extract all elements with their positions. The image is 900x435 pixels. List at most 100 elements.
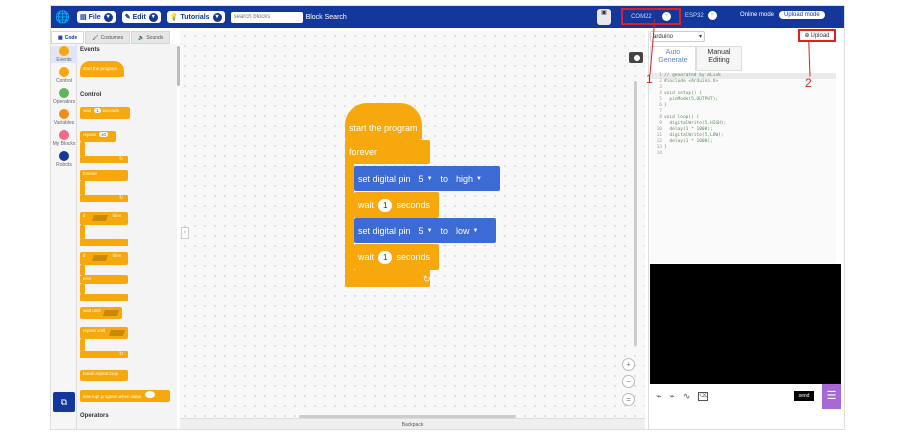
wait-seconds-input[interactable]: 1 (378, 198, 393, 212)
chevron-down-icon: ▾ (698, 34, 702, 40)
palette-block-label: break repeat loop (83, 371, 119, 376)
palette-block-label: seconds (102, 108, 119, 113)
wait-seconds-input[interactable]: 1 (378, 250, 393, 264)
block-search-input[interactable] (230, 11, 303, 23)
online-mode-option[interactable]: Online mode (737, 11, 777, 19)
zoom-out-button[interactable]: − (622, 375, 635, 388)
forever-block[interactable]: forever (345, 140, 430, 164)
top-menubar: 🌐 ▤ File ▾ ✎ Edit ▾ 💡 Tutorials ▾ Block … (51, 6, 844, 28)
chevron-down-icon: ▾ (707, 11, 717, 20)
edit-menu-button[interactable]: ✎ Edit ▾ (121, 11, 161, 23)
block-search-button[interactable]: Block Search (306, 14, 347, 21)
collapse-palette-chevron-icon[interactable]: ‹ (181, 227, 189, 239)
tab-code[interactable]: ▦ Code (51, 31, 85, 44)
category-control[interactable]: Control (51, 67, 77, 84)
block-label: set digital pin (358, 225, 411, 236)
palette-block-arm (80, 181, 85, 195)
palette-wait-block[interactable]: wait 1 seconds (80, 107, 130, 119)
board-select[interactable]: arduino ▾ (650, 31, 705, 42)
category-label: Operators (52, 99, 76, 105)
workspace-vertical-scrollbar[interactable] (634, 81, 637, 346)
usb-disconnect-icon[interactable]: ⌁ (669, 391, 674, 402)
palette-block-label: then (112, 253, 122, 258)
start-program-hat-block[interactable]: start the program (345, 103, 422, 140)
palette-repeat-block[interactable]: repeat 10 (80, 131, 116, 142)
set-digital-pin-high-block[interactable]: set digital pin 5 ▼ to high ▼ (354, 166, 500, 191)
level-value: high (456, 173, 474, 184)
block-label: wait (358, 200, 375, 210)
dropdown-arrow-icon: ▼ (426, 227, 433, 234)
palette-start-block[interactable]: start the program (80, 61, 124, 77)
send-button[interactable]: send (794, 391, 814, 401)
clear-output-icon[interactable]: ⌫ (698, 392, 709, 401)
palette-block-arm (80, 265, 85, 275)
condition-slot[interactable] (91, 215, 109, 221)
lightbulb-icon: 💡 (169, 14, 179, 21)
category-my-blocks[interactable]: My Blocks (51, 130, 77, 147)
palette-interrupt-value[interactable] (144, 391, 155, 398)
pin-dropdown[interactable]: 5 ▼ (419, 226, 433, 236)
category-dot-icon (59, 88, 69, 98)
tab-auto-generate[interactable]: Auto Generate (650, 46, 696, 71)
level-dropdown[interactable]: low ▼ (456, 226, 478, 236)
set-digital-pin-low-block[interactable]: set digital pin 5 ▼ to low ▼ (354, 218, 496, 243)
annotation-marker-2: 2 (805, 76, 812, 90)
add-extension-button[interactable]: ⧉ (53, 392, 75, 412)
mode-toggle[interactable]: Online mode Upload mode (737, 11, 825, 19)
category-dot-icon (59, 151, 69, 161)
tab-costumes[interactable]: 🖌 Costumes (85, 31, 131, 44)
serial-monitor[interactable] (650, 264, 841, 384)
category-operators[interactable]: Operators (51, 88, 77, 105)
category-events[interactable]: Events (51, 46, 77, 63)
condition-slot[interactable] (108, 330, 126, 336)
language-globe-icon[interactable]: 🌐 (55, 10, 70, 24)
serial-port-selector[interactable]: COM22 ▾ (621, 8, 681, 25)
wait-block[interactable]: wait 1 seconds (354, 192, 439, 218)
upload-button-label: Upload (810, 32, 830, 39)
tab-sounds[interactable]: 🔈 Sounds (131, 31, 171, 44)
chevron-down-icon: ▾ (148, 12, 158, 22)
category-dot-icon (59, 130, 69, 140)
device-connection-icon[interactable]: ▣ (597, 9, 611, 25)
category-label: My Blocks (52, 141, 76, 147)
category-variables[interactable]: Variables (51, 109, 77, 126)
category-dot-icon (59, 67, 69, 77)
palette-block-foot (80, 239, 128, 246)
palette-block-label: then (112, 213, 122, 218)
screenshot-camera-icon[interactable] (629, 52, 643, 63)
palette-block-arm (80, 142, 85, 156)
zoom-reset-button[interactable]: = (622, 393, 635, 406)
waveform-icon[interactable]: ∿ (683, 391, 691, 402)
file-icon: ▤ (80, 14, 87, 21)
condition-slot[interactable] (91, 255, 109, 261)
palette-repeat-value[interactable]: 10 (99, 132, 109, 137)
palette-wait-value[interactable]: 1 (94, 108, 101, 113)
code-text: } (664, 145, 667, 150)
palette-break-block[interactable]: break repeat loop (80, 370, 128, 381)
pin-dropdown[interactable]: 5 ▼ (419, 174, 433, 184)
hamburger-menu-icon[interactable]: ☰ (822, 384, 841, 409)
tab-manual-editing[interactable]: Manual Editing (696, 46, 742, 71)
condition-slot[interactable] (102, 310, 120, 316)
zoom-in-button[interactable]: + (622, 358, 635, 371)
generated-code-view[interactable]: 1// generated by mLink 2 #include <Arduino… (650, 73, 836, 263)
backpack-bar[interactable]: Backpack (180, 418, 645, 429)
upload-mode-option[interactable]: Upload mode (779, 11, 825, 19)
palette-block-label: wait (83, 108, 92, 113)
dropdown-arrow-icon: ▼ (426, 175, 433, 182)
level-dropdown[interactable]: high ▼ (456, 174, 482, 184)
forever-block-arm (345, 164, 354, 270)
category-robots[interactable]: Robots (51, 151, 77, 168)
palette-heading-operators: Operators (80, 413, 109, 419)
palette-block-label: repeat (83, 132, 96, 137)
upload-button[interactable]: ⊕ Upload (798, 29, 836, 42)
wait-block[interactable]: wait 1 seconds (354, 244, 439, 270)
category-label: Variables (53, 120, 75, 126)
file-menu-button[interactable]: ▤ File ▾ (77, 11, 116, 23)
usb-icon[interactable]: ⌁ (656, 391, 661, 402)
board-type-selector[interactable]: ESP32 ▾ (685, 11, 717, 20)
tutorials-menu-label: Tutorials (180, 13, 210, 21)
tutorials-menu-button[interactable]: 💡 Tutorials ▾ (166, 11, 225, 23)
palette-interrupt-block[interactable]: interrupt program when value (80, 390, 170, 402)
palette-forever-block[interactable]: forever (80, 170, 128, 181)
